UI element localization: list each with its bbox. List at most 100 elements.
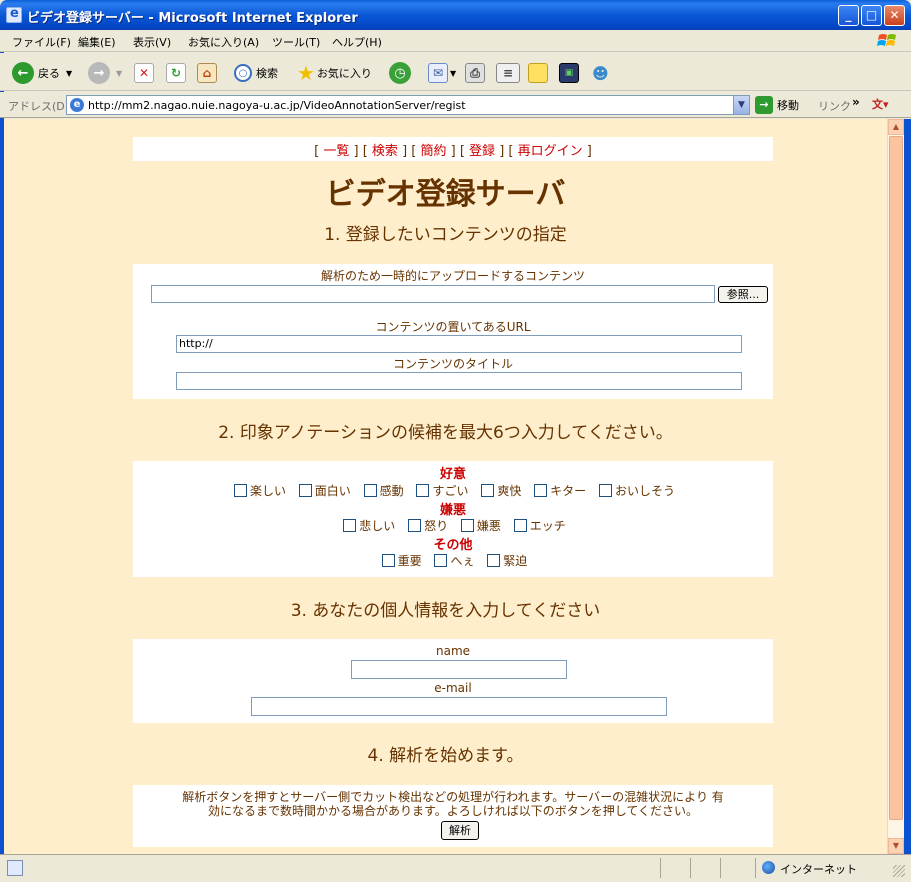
internet-globe-icon: [762, 861, 775, 874]
nav-list-link[interactable]: 一覧: [323, 144, 349, 159]
history-button[interactable]: ◷: [389, 61, 411, 85]
resize-grip-icon[interactable]: [893, 865, 905, 877]
checkbox-ecchi[interactable]: [513, 519, 527, 535]
messenger-app-button[interactable]: ▣: [559, 61, 579, 85]
title-bar[interactable]: ビデオ登録サーバー - Microsoft Internet Explorer …: [0, 0, 911, 30]
status-divider: [720, 858, 721, 878]
analysis-panel: 解析ボタンを押すとサーバー側でカット検出などの処理が行われます。サーバーの混雑状…: [133, 785, 773, 847]
checkbox-row-like: 楽しい 面白い 感動 すごい 爽快 キター おいしそう: [133, 482, 773, 500]
page-status-icon: [7, 860, 23, 876]
url-input[interactable]: http://: [176, 335, 742, 353]
address-url[interactable]: http://mm2.nagao.nuie.nagoya-u.ac.jp/Vid…: [88, 99, 466, 112]
checkbox-disgust[interactable]: [460, 519, 474, 535]
checkbox-tasty[interactable]: [599, 484, 613, 500]
messenger-button[interactable]: ☻: [592, 61, 609, 85]
scroll-down-icon[interactable]: ▼: [888, 838, 904, 854]
menu-edit[interactable]: 編集(E): [78, 34, 116, 50]
favorites-button[interactable]: ★ お気に入り: [297, 61, 372, 85]
menu-bar: ファイル(F) 編集(E) 表示(V) お気に入り(A) ツール(T) ヘルプ(…: [0, 30, 911, 52]
upload-file-input[interactable]: [151, 285, 715, 303]
print-icon: ⎙: [465, 63, 485, 83]
upload-label: 解析のため一時的にアップロードするコンテンツ: [320, 269, 585, 283]
minimize-button[interactable]: _: [838, 5, 859, 26]
history-icon: ◷: [389, 62, 411, 84]
checkbox-refreshing[interactable]: [481, 484, 495, 500]
search-button[interactable]: ○ 検索: [234, 61, 278, 85]
scroll-up-icon[interactable]: ▲: [888, 119, 904, 135]
address-dropdown-icon[interactable]: ▼: [733, 96, 749, 114]
address-input[interactable]: e http://mm2.nagao.nuie.nagoya-u.ac.jp/V…: [66, 95, 750, 115]
analysis-note-line1: 解析ボタンを押すとサーバー側でカット検出などの処理が行われます。サーバーの混雑状…: [182, 790, 724, 804]
print-button[interactable]: ⎙: [465, 61, 485, 85]
nav-search-link[interactable]: 検索: [372, 144, 398, 159]
checkbox-anger[interactable]: [408, 519, 422, 535]
maximize-button[interactable]: □: [861, 5, 882, 26]
personal-info-panel: name e-mail: [133, 639, 773, 723]
nav-bar: [ 一覧 ] [ 検索 ] [ 簡約 ] [ 登録 ] [ 再ログイン ]: [133, 137, 773, 161]
close-button[interactable]: ✕: [884, 5, 905, 26]
analyze-button[interactable]: 解析: [441, 821, 479, 840]
checkbox-important[interactable]: [381, 554, 395, 570]
address-label: アドレス(D): [8, 100, 70, 113]
links-chevron-icon[interactable]: »: [852, 95, 860, 109]
security-zone: インターネット: [780, 863, 857, 876]
checkbox-hee[interactable]: [434, 554, 448, 570]
checkbox-kita[interactable]: [534, 484, 548, 500]
edit-icon: ≡: [496, 63, 520, 83]
option-label: エッチ: [529, 519, 566, 533]
menu-help[interactable]: ヘルプ(H): [332, 34, 382, 50]
page-title: ビデオ登録サーバ: [325, 177, 566, 212]
option-label: へぇ: [450, 554, 475, 568]
checkbox-sad[interactable]: [343, 519, 357, 535]
option-label: すごい: [432, 484, 469, 498]
checkbox-interesting[interactable]: [298, 484, 312, 500]
checkbox-moved[interactable]: [363, 484, 377, 500]
home-button[interactable]: ⌂: [197, 61, 217, 85]
mail-button[interactable]: ✉ ▼: [428, 61, 456, 85]
nav-summary-link[interactable]: 簡約: [420, 144, 446, 159]
nav-register-link[interactable]: 登録: [469, 144, 495, 159]
back-button[interactable]: ← 戻る ▼: [12, 61, 72, 85]
url-label: コンテンツの置いてあるURL: [375, 320, 531, 334]
email-label: e-mail: [434, 681, 472, 695]
section4-heading: 4. 解析を始めます。: [367, 746, 524, 766]
menu-tools[interactable]: ツール(T): [272, 34, 320, 50]
translate-icon[interactable]: 文▾: [872, 96, 898, 114]
edit-button[interactable]: ≡: [496, 61, 520, 85]
forward-button[interactable]: → ▼: [88, 61, 122, 85]
title-input[interactable]: [176, 372, 742, 390]
option-label: 楽しい: [249, 484, 286, 498]
title-label: コンテンツのタイトル: [392, 357, 513, 371]
checkbox-tense[interactable]: [487, 554, 501, 570]
menu-favorites[interactable]: お気に入り(A): [188, 34, 259, 50]
go-arrow-icon: →: [755, 96, 773, 114]
browse-button[interactable]: 参照...: [718, 286, 768, 303]
email-input[interactable]: [251, 697, 667, 716]
name-label: name: [435, 644, 471, 658]
scroll-thumb[interactable]: [889, 136, 903, 820]
mail-dropdown-icon[interactable]: ▼: [450, 69, 456, 78]
search-label: 検索: [256, 67, 278, 80]
category-dislike: 嫌悪: [439, 503, 466, 518]
stop-button[interactable]: ✕: [134, 61, 154, 85]
refresh-button[interactable]: ↻: [166, 61, 186, 85]
back-dropdown-icon[interactable]: ▼: [66, 69, 72, 78]
section1-heading: 1. 登録したいコンテンツの指定: [324, 225, 567, 245]
menu-file[interactable]: ファイル(F): [12, 34, 71, 50]
messenger-people-icon: ☻: [592, 63, 609, 83]
forward-dropdown-icon[interactable]: ▼: [116, 69, 122, 78]
nav-relogin-link[interactable]: 再ログイン: [518, 144, 583, 159]
vertical-scrollbar[interactable]: ▲ ▼: [887, 119, 904, 854]
option-label: キター: [550, 484, 587, 498]
back-label: 戻る: [38, 67, 60, 80]
ie-page-icon: [6, 6, 22, 23]
windows-logo-icon: [877, 34, 896, 46]
option-label: おいしそう: [615, 484, 676, 498]
discuss-button[interactable]: [528, 61, 548, 85]
menu-view[interactable]: 表示(V): [133, 34, 171, 50]
checkbox-fun[interactable]: [233, 484, 247, 500]
go-button[interactable]: → 移動: [755, 96, 799, 114]
name-input[interactable]: [351, 660, 567, 679]
links-label[interactable]: リンク: [818, 98, 851, 114]
checkbox-amazing[interactable]: [416, 484, 430, 500]
